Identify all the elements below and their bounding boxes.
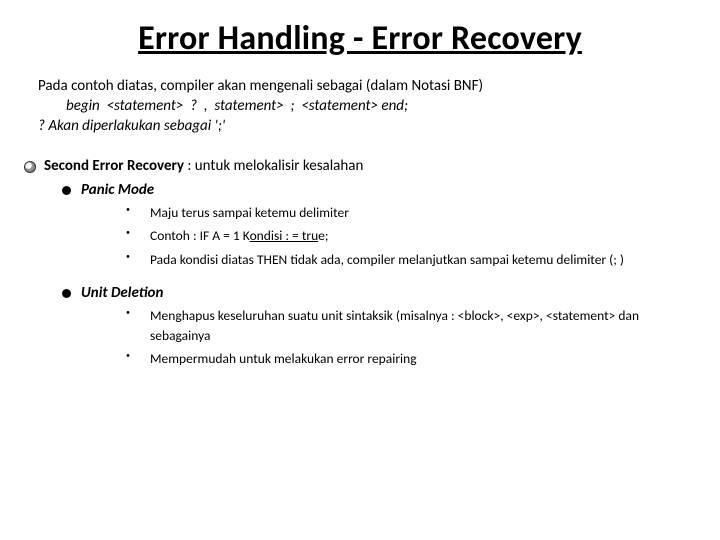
example-post: e; [318, 227, 328, 244]
section-heading: Second Error Recovery : untuk melokalisi… [44, 157, 363, 175]
section-rest: : untuk melokalisir kesalahan [184, 157, 363, 175]
intro-text: Pada contoh diatas, compiler akan mengen… [38, 77, 682, 95]
example-pre: Contoh : IF A = 1 K [150, 227, 250, 244]
list-item: Pada kondisi diatas THEN tidak ada, comp… [126, 250, 682, 270]
section-second-error-recovery: Second Error Recovery : untuk melokalisi… [24, 157, 682, 175]
unit-deletion-title: Unit Deletion [81, 284, 163, 302]
disc-bullet-icon [62, 289, 71, 298]
list-item: Maju terus sampai ketemu delimiter [126, 203, 682, 223]
panic-mode-title: Panic Mode [81, 181, 154, 199]
unit-deletion-list: Menghapus keseluruhan suatu unit sintaks… [126, 306, 682, 370]
page-title: Error Handling - Error Recovery [38, 18, 682, 59]
bnf-note-line: ? Akan diperlakukan sebagai ';' [38, 117, 682, 135]
example-cond: ondisi : = tru [250, 227, 319, 244]
panic-mode-list: Maju terus sampai ketemu delimiter Conto… [126, 203, 682, 270]
list-item: Menghapus keseluruhan suatu unit sintaks… [126, 306, 682, 347]
bnf-code-line: begin <statement> ? , statement> ; <stat… [66, 97, 682, 115]
list-item: Contoh : IF A = 1 Kondisi : = true; [126, 226, 682, 246]
list-item: Mempermudah untuk melakukan error repair… [126, 349, 682, 369]
subsection-unit-deletion: Unit Deletion [62, 284, 682, 302]
subsection-panic-mode: Panic Mode [62, 181, 682, 199]
disc-bullet-icon [62, 186, 71, 195]
sphere-bullet-icon [24, 161, 36, 173]
section-lead: Second Error Recovery [44, 157, 184, 175]
